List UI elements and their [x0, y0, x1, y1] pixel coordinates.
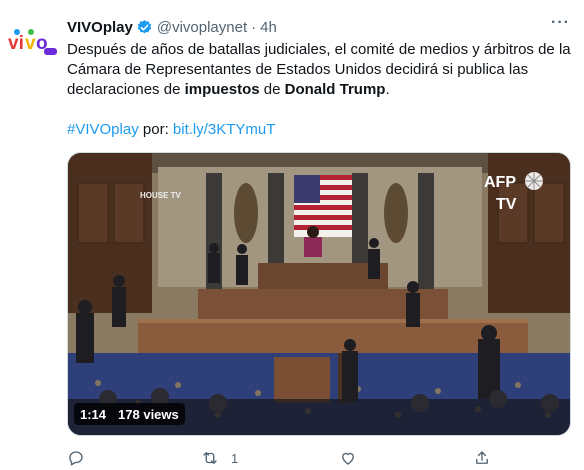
tweet-text: Después de años de batallas judiciales, … — [67, 40, 573, 100]
afp-logo-icon: AFP TV — [484, 172, 543, 213]
video-duration: 1:14 — [80, 406, 107, 422]
heart-icon — [342, 452, 354, 465]
video-views: 178 views — [118, 406, 179, 422]
video-player[interactable]: HOUSE TV AFP TV 1:14 178 views — [67, 152, 571, 436]
tweet-text-bold: impuestos — [184, 81, 260, 98]
tweet-link-line: #VIVOplay por: bit.ly/3KTYmuT — [67, 120, 275, 140]
hashtag-link[interactable]: #VIVOplay — [67, 121, 139, 138]
channel-watermark: HOUSE TV — [140, 191, 181, 200]
author-name[interactable]: VIVOplay — [67, 19, 133, 36]
svg-text:v: v — [25, 33, 36, 54]
like-button[interactable] — [339, 448, 357, 468]
retweet-button[interactable]: 1 — [201, 448, 238, 468]
verified-badge-icon — [137, 19, 152, 33]
afp-tv-logo: AFP TV — [482, 169, 546, 215]
reply-button[interactable] — [67, 448, 85, 468]
por-label: por: — [138, 121, 173, 138]
svg-text:AFP: AFP — [484, 174, 516, 191]
tweet-text-bold: Donald Trump — [284, 81, 386, 98]
more-options-icon[interactable]: ··· — [551, 14, 570, 32]
svg-text:vi: vi — [8, 33, 24, 54]
separator: · — [251, 18, 257, 36]
video-stats-badge: 1:14 178 views — [74, 403, 185, 425]
timestamp[interactable]: 4h — [260, 19, 277, 36]
tweet-text-part: de — [259, 81, 285, 98]
vivoplay-logo: vi v o — [8, 29, 57, 55]
share-icon — [476, 451, 488, 464]
tweet-header: VIVOplay @vivoplaynet · 4h ··· — [67, 14, 570, 37]
author-handle[interactable]: @vivoplaynet — [157, 19, 247, 36]
avatar[interactable]: vi v o — [6, 22, 60, 60]
reply-icon — [69, 451, 83, 466]
tweet-text-part: . — [385, 81, 390, 98]
svg-text:TV: TV — [496, 196, 517, 213]
retweet-icon — [203, 452, 217, 464]
retweet-count: 1 — [231, 450, 239, 466]
short-url-link[interactable]: bit.ly/3KTYmuT — [173, 121, 276, 138]
tweet-actions: 1 — [67, 448, 499, 470]
share-button[interactable] — [473, 448, 491, 468]
